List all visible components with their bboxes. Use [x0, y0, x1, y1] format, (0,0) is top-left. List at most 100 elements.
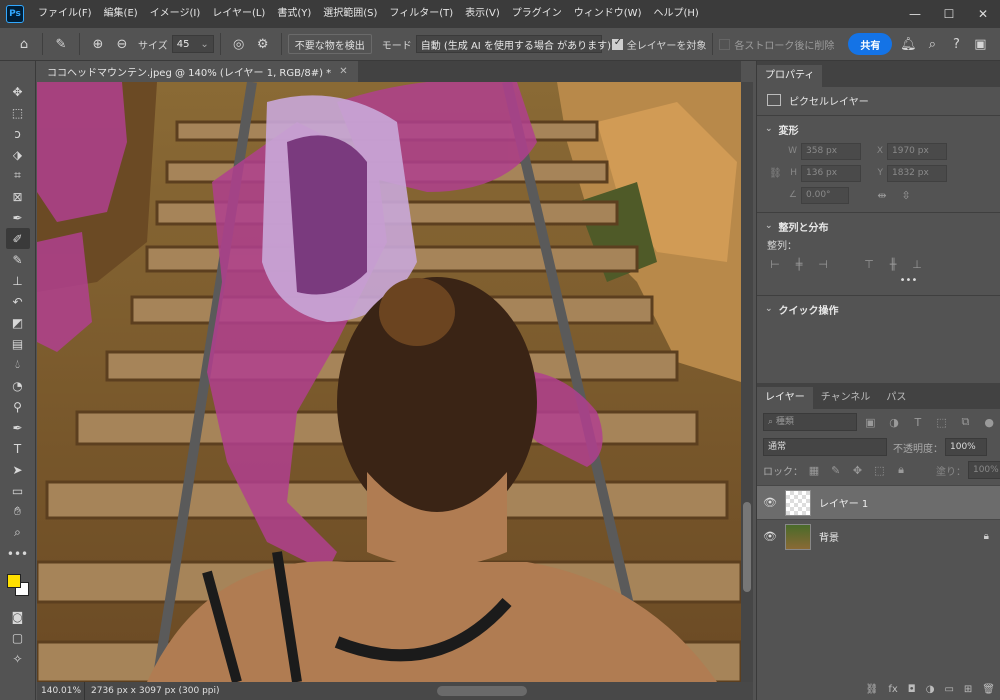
menu-view[interactable]: 表示(V): [459, 0, 506, 28]
remove-tool-icon[interactable]: ✎: [49, 32, 73, 56]
lock-transparent-icon[interactable]: ▦: [808, 463, 820, 477]
eraser-tool-icon[interactable]: ◩: [6, 312, 30, 333]
close-icon[interactable]: ✕: [339, 66, 347, 77]
fill-input[interactable]: 100%: [967, 461, 1000, 479]
transform-section-header[interactable]: ⌄ 変形: [757, 118, 1000, 140]
lasso-tool-icon[interactable]: ↄ: [6, 123, 30, 144]
align-left-icon[interactable]: ⊢: [768, 257, 782, 271]
size-input[interactable]: 45 ⌄: [171, 35, 214, 53]
menu-window[interactable]: ウィンドウ(W): [568, 0, 648, 28]
filter-type-icon[interactable]: T: [911, 415, 925, 429]
crop-tool-icon[interactable]: ⌗: [6, 165, 30, 186]
filter-toggle-icon[interactable]: ●: [982, 415, 996, 429]
mode-select[interactable]: 自動 (生成 AI を使用する場合 があります): [415, 35, 611, 53]
history-brush-tool-icon[interactable]: ↶: [6, 291, 30, 312]
angle-field[interactable]: 0.00°: [801, 186, 849, 204]
align-section-header[interactable]: ⌄ 整列と分布: [757, 215, 1000, 237]
lock-all-icon[interactable]: 🔒︎: [895, 463, 907, 477]
dodge-alt-tool-icon[interactable]: ⚲: [6, 396, 30, 417]
menu-file[interactable]: ファイル(F): [32, 0, 98, 28]
y-field[interactable]: 1832 px: [887, 164, 947, 182]
blend-mode-select[interactable]: 通常: [763, 438, 887, 456]
menu-help[interactable]: ヘルプ(H): [647, 0, 704, 28]
new-layer-icon[interactable]: ⊞: [964, 684, 972, 695]
rectangle-tool-icon[interactable]: ▭: [6, 480, 30, 501]
object-select-tool-icon[interactable]: ⬗: [6, 144, 30, 165]
menu-type[interactable]: 書式(Y): [271, 0, 317, 28]
height-field[interactable]: 136 px: [801, 164, 861, 182]
home-icon[interactable]: ⌂: [12, 32, 36, 56]
trash-icon[interactable]: 🗑︎: [982, 684, 995, 695]
adjustment-icon[interactable]: ◑: [926, 684, 935, 695]
filter-smart-icon[interactable]: ⧉: [959, 415, 973, 429]
tab-layers[interactable]: レイヤー: [757, 387, 813, 409]
subtract-brush-icon[interactable]: ⊖: [110, 32, 134, 56]
brush-tool-icon[interactable]: ✎: [6, 249, 30, 270]
zoom-tool-icon[interactable]: ⌕: [6, 522, 30, 543]
flip-horizontal-icon[interactable]: ⇹: [875, 188, 889, 202]
filter-adjust-icon[interactable]: ◑: [887, 415, 901, 429]
align-center-h-icon[interactable]: ╪: [792, 257, 806, 271]
filter-pixel-icon[interactable]: ▣: [863, 415, 877, 429]
layer-filter-input[interactable]: ⌕ 種類: [763, 413, 858, 431]
dodge-tool-icon[interactable]: ◔: [6, 375, 30, 396]
blur-tool-icon[interactable]: 💧︎: [6, 354, 30, 375]
visibility-eye-icon[interactable]: 👁︎: [757, 530, 783, 543]
flip-vertical-icon[interactable]: ⇳: [899, 188, 913, 202]
marquee-tool-icon[interactable]: ⬚: [6, 102, 30, 123]
remove-after-stroke-checkbox[interactable]: 各ストローク後に削除: [719, 37, 834, 52]
pen-tool-icon[interactable]: ✒: [6, 417, 30, 438]
width-field[interactable]: 358 px: [801, 142, 861, 160]
tab-properties[interactable]: プロパティ: [757, 65, 823, 87]
search-icon[interactable]: ⌕: [920, 32, 944, 56]
document-tab[interactable]: ココヘッドマウンテン.jpeg @ 140% (レイヤー 1, RGB/8#) …: [37, 61, 358, 82]
tab-channels[interactable]: チャンネル: [813, 387, 879, 409]
align-right-icon[interactable]: ⊣: [816, 257, 830, 271]
gradient-tool-icon[interactable]: ▤: [6, 333, 30, 354]
maximize-icon[interactable]: ☐: [932, 0, 966, 28]
screen-mode-icon[interactable]: ▢: [6, 627, 30, 648]
vertical-scrollbar[interactable]: [741, 82, 753, 682]
tab-paths[interactable]: パス: [878, 387, 914, 409]
opacity-input[interactable]: 100%: [945, 438, 987, 456]
more-options-icon[interactable]: •••: [757, 275, 1000, 291]
hand-tool-icon[interactable]: ✋︎: [6, 501, 30, 522]
horizontal-scrollbar-thumb[interactable]: [437, 686, 527, 696]
zoom-level[interactable]: 140.01%: [37, 682, 85, 700]
menu-select[interactable]: 選択範囲(S): [317, 0, 383, 28]
lock-artboard-icon[interactable]: ⬚: [873, 463, 885, 477]
help-icon[interactable]: ?: [944, 32, 968, 56]
add-mask-icon[interactable]: ◘: [908, 684, 916, 695]
path-select-tool-icon[interactable]: ➤: [6, 459, 30, 480]
generative-icon[interactable]: ✧: [6, 648, 30, 669]
type-tool-icon[interactable]: T: [6, 438, 30, 459]
filter-shape-icon[interactable]: ⬚: [935, 415, 949, 429]
group-icon[interactable]: ▭: [944, 684, 953, 695]
workspace-icon[interactable]: ▣: [968, 32, 992, 56]
foreground-color-swatch[interactable]: [6, 574, 21, 588]
scrollbar-thumb[interactable]: [743, 502, 751, 592]
stamp-tool-icon[interactable]: ⊥: [6, 270, 30, 291]
share-button[interactable]: 共有: [848, 33, 893, 55]
link-icon[interactable]: ⛓︎: [769, 140, 783, 206]
menu-plugins[interactable]: プラグイン: [506, 0, 568, 28]
align-middle-v-icon[interactable]: ╫: [886, 257, 900, 271]
all-layers-checkbox[interactable]: 全レイヤーを対象: [611, 37, 706, 52]
close-icon[interactable]: ✕: [966, 0, 1000, 28]
document-canvas[interactable]: [37, 82, 741, 682]
color-swatches[interactable]: [4, 570, 32, 600]
link-layers-icon[interactable]: ⛓︎: [866, 684, 879, 695]
frame-tool-icon[interactable]: ⊠: [6, 186, 30, 207]
bell-icon[interactable]: 🔔︎: [896, 32, 920, 56]
layer-name[interactable]: レイヤー 1: [819, 495, 868, 510]
fx-icon[interactable]: fx: [888, 684, 897, 695]
quick-mask-icon[interactable]: ◙: [6, 606, 30, 627]
x-field[interactable]: 1970 px: [887, 142, 947, 160]
menu-edit[interactable]: 編集(E): [98, 0, 144, 28]
menu-image[interactable]: イメージ(I): [144, 0, 207, 28]
pressure-icon[interactable]: ◎: [227, 32, 251, 56]
menu-filter[interactable]: フィルター(T): [383, 0, 459, 28]
visibility-eye-icon[interactable]: 👁︎: [757, 496, 783, 509]
move-tool-icon[interactable]: ✥: [6, 81, 30, 102]
minimize-icon[interactable]: —: [898, 0, 932, 28]
